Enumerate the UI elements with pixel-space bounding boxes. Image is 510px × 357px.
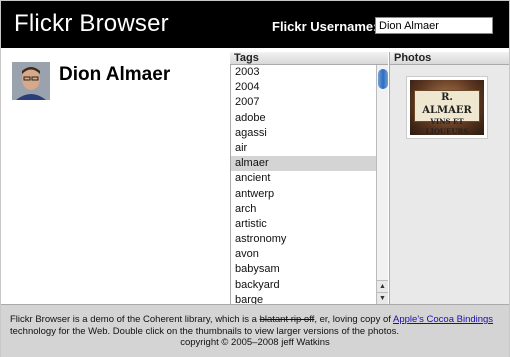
tag-list-item[interactable]: 2003 (231, 65, 377, 80)
photo-sign-line2: VINS ET LIQUEURS (425, 117, 469, 135)
tag-list-item[interactable]: 2004 (231, 80, 377, 95)
footer-text-part1: Flickr Browser is a demo of the Coherent… (10, 314, 260, 325)
avatar-image (12, 62, 50, 100)
photo-thumbnail[interactable]: R. ALMAER VINS ET LIQUEURS (406, 76, 488, 139)
photo-image: R. ALMAER VINS ET LIQUEURS (410, 80, 484, 135)
tag-list-item[interactable]: arch (231, 202, 377, 217)
copyright-text: copyright © 2005–2008 jeff Watkins (180, 337, 330, 348)
footer-text-part3: technology for the Web. Double click on … (10, 325, 400, 337)
scroll-up-arrow-icon[interactable]: ▲ (377, 280, 388, 292)
photo-sign-line1: R. ALMAER (422, 92, 472, 116)
tag-list-item[interactable]: adobe (231, 111, 377, 126)
tag-list-item[interactable]: backyard (231, 278, 377, 293)
avatar (12, 62, 50, 100)
tags-scrollbar[interactable]: ▲ ▼ (376, 65, 388, 304)
tag-list-item[interactable]: barge (231, 293, 377, 304)
footer-strike-text: blatant rip off (259, 314, 315, 325)
photos-panel: R. ALMAER VINS ET LIQUEURS (389, 65, 509, 304)
photo-sign: R. ALMAER VINS ET LIQUEURS (414, 90, 480, 135)
username-input[interactable] (375, 17, 493, 34)
username-label: Flickr Username: (272, 19, 378, 34)
photos-column-header: Photos (389, 52, 509, 65)
tag-list-item[interactable]: antwerp (231, 187, 377, 202)
tag-list-item[interactable]: ancient (231, 171, 377, 186)
header-bar: Flickr Browser Flickr Username: (1, 1, 509, 48)
tags-list[interactable]: 2003 2004 2007 adobe agassi air almaer ancient a… (230, 65, 377, 304)
footer: Flickr Browser is a demo of the Coherent… (1, 304, 509, 357)
tag-list-item[interactable]: avon (231, 247, 377, 262)
tag-list-item[interactable]: agassi (231, 126, 377, 141)
tag-list-item[interactable]: air (231, 141, 377, 156)
footer-description: Flickr Browser is a demo of the Coherent… (10, 314, 502, 337)
cocoa-bindings-link[interactable]: Apple's Cocoa Bindings (393, 314, 493, 325)
profile-panel: Dion Almaer (1, 48, 230, 304)
profile-name: Dion Almaer (59, 64, 171, 85)
tag-list-item[interactable]: 2007 (231, 95, 377, 110)
scroll-down-arrow-icon[interactable]: ▼ (377, 292, 388, 304)
tag-list-item[interactable]: almaer (231, 156, 377, 172)
app-title: Flickr Browser (14, 10, 169, 37)
tags-column-header[interactable]: Tags (230, 52, 388, 65)
footer-text-part2: , er, loving copy of (314, 314, 394, 325)
tag-list-item[interactable]: artistic (231, 217, 377, 232)
tag-list-item[interactable]: astronomy (231, 232, 377, 247)
scrollbar-thumb[interactable] (378, 69, 388, 89)
tag-list-item[interactable]: babysam (231, 262, 377, 277)
flickr-browser-window: Flickr Browser Flickr Username: Dion Alm… (0, 0, 510, 357)
